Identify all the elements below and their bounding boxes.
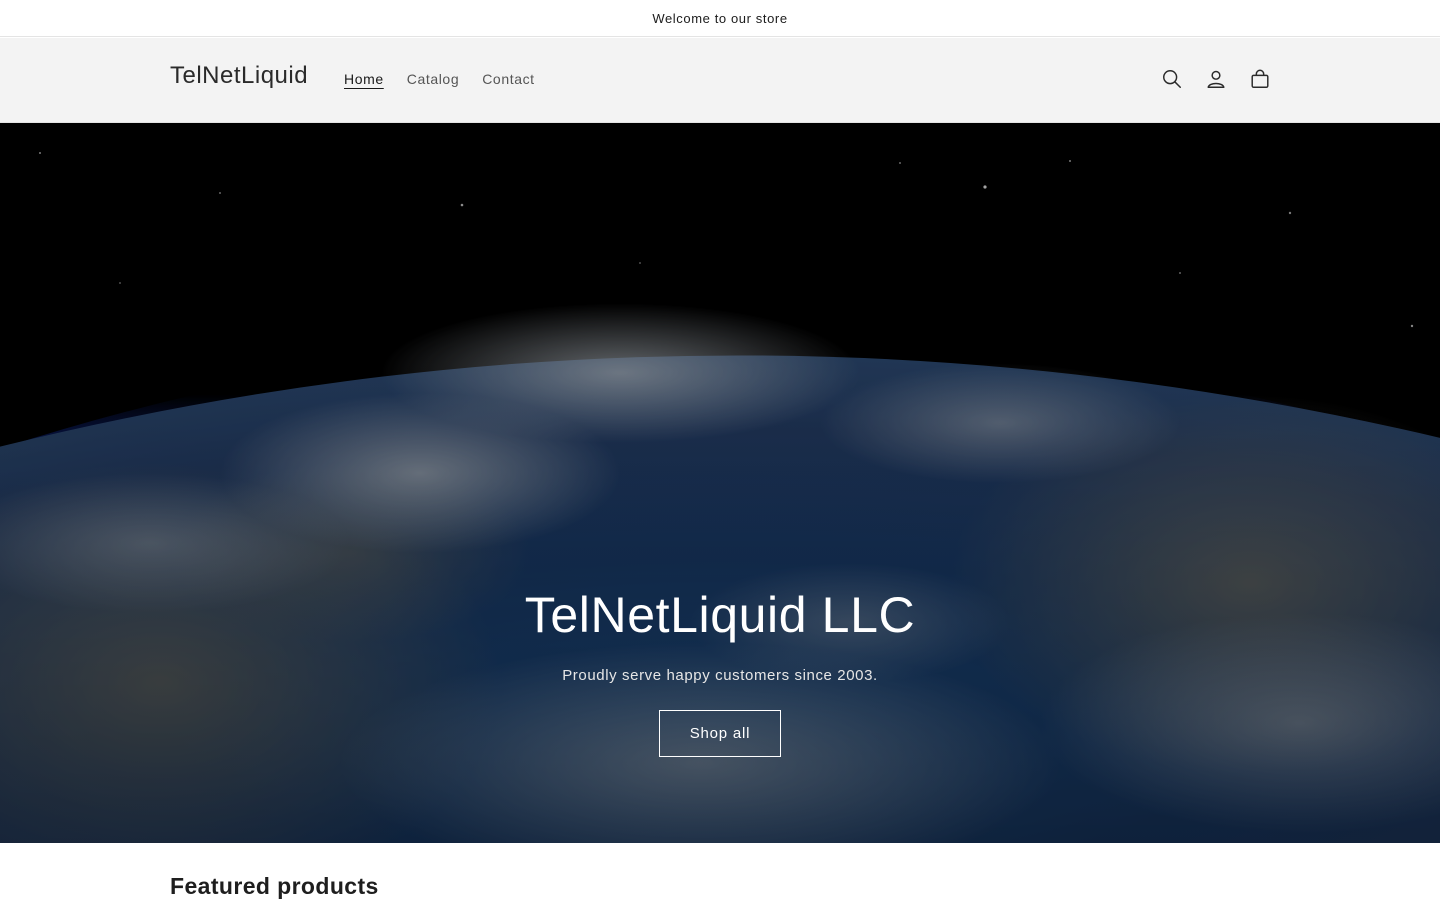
featured-products-section: Featured products bbox=[0, 843, 1440, 900]
hero-title: TelNetLiquid LLC bbox=[524, 587, 916, 643]
hero-subtitle: Proudly serve happy customers since 2003… bbox=[562, 667, 878, 684]
account-icon[interactable] bbox=[1204, 67, 1228, 91]
cart-icon[interactable] bbox=[1248, 67, 1272, 91]
announcement-text: Welcome to our store bbox=[652, 10, 788, 26]
hero-banner: TelNetLiquid LLC Proudly serve happy cus… bbox=[0, 123, 1440, 843]
nav-item-contact[interactable]: Contact bbox=[482, 71, 534, 87]
search-icon[interactable] bbox=[1160, 67, 1184, 91]
shop-all-button[interactable]: Shop all bbox=[659, 710, 781, 757]
nav-item-home[interactable]: Home bbox=[344, 71, 384, 87]
site-logo[interactable]: TelNetLiquid bbox=[170, 62, 308, 90]
nav-item-catalog[interactable]: Catalog bbox=[407, 71, 459, 87]
hero-content: TelNetLiquid LLC Proudly serve happy cus… bbox=[0, 585, 1440, 757]
header-icons bbox=[1160, 67, 1272, 91]
featured-products-title: Featured products bbox=[170, 873, 379, 899]
main-nav: Home Catalog Contact bbox=[344, 71, 535, 87]
announcement-bar: Welcome to our store bbox=[0, 0, 1440, 37]
site-header: TelNetLiquid Home Catalog Contact bbox=[0, 38, 1440, 123]
